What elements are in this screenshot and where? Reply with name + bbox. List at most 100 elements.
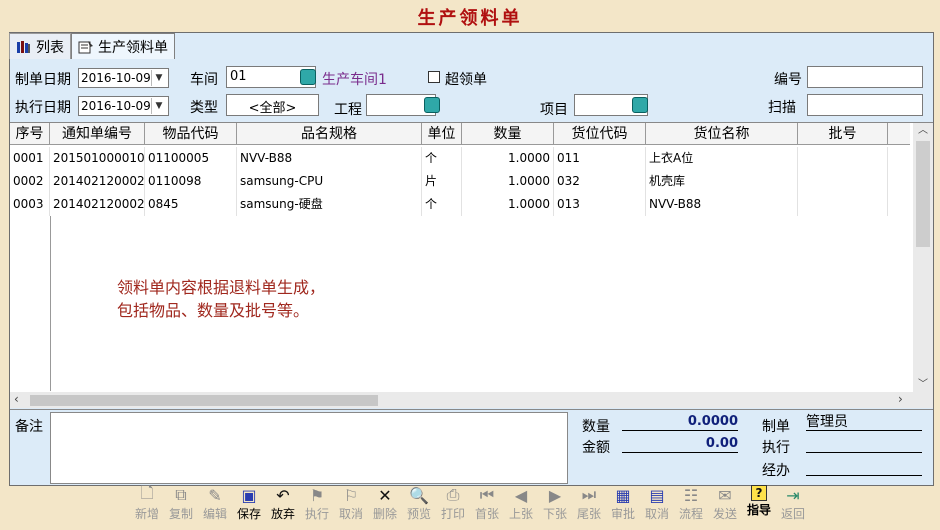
col-header[interactable]: 物品代码 <box>145 123 237 144</box>
cancel-exec-button[interactable]: ⚐ 取消 <box>334 485 368 527</box>
cell-qty: 1.0000 <box>462 147 554 170</box>
col-header[interactable]: 序号 <box>10 123 50 144</box>
preview-button[interactable]: 🔍 预览 <box>402 485 436 527</box>
table-row[interactable]: 0001 201501000010 01100005 NVV-B88 个 1.0… <box>10 147 910 170</box>
toolbar-label: 首张 <box>474 507 499 521</box>
col-header[interactable]: 批号 <box>798 123 888 144</box>
qty-label: 数量 <box>582 419 610 435</box>
database-lookup-icon[interactable] <box>424 97 440 113</box>
cell-item-code: 0845 <box>145 193 237 216</box>
toolbar-label: 指导 <box>746 503 771 517</box>
toolbar-label: 执行 <box>304 507 329 521</box>
horizontal-scrollbar[interactable]: ‹ › <box>10 392 933 408</box>
scroll-down-icon[interactable]: ﹀ <box>913 377 933 393</box>
table-row[interactable]: 0002 201402120002 0110098 samsung-CPU 片 … <box>10 170 910 193</box>
tab-material-requisition[interactable]: 生产领料单 <box>71 33 175 60</box>
cancel-approve-button[interactable]: ▤ 取消 <box>640 485 674 527</box>
execute-button[interactable]: ⚑ 执行 <box>300 485 334 527</box>
new-button[interactable]: 🗋 新增 <box>130 483 164 527</box>
toolbar-label: 尾张 <box>576 507 601 521</box>
print-button[interactable]: ⎙ 打印 <box>436 485 470 527</box>
col-header[interactable]: 货位名称 <box>646 123 798 144</box>
database-lookup-icon[interactable] <box>300 69 316 85</box>
cell-spec: samsung-硬盘 <box>237 193 422 216</box>
col-header[interactable]: 品名规格 <box>237 123 422 144</box>
exec-date-picker[interactable]: 2016-10-09 ▼ <box>78 96 169 116</box>
cancel-approve-icon: ▤ <box>649 485 665 505</box>
chevron-down-icon[interactable]: ▼ <box>151 70 166 86</box>
help-button[interactable]: ? 指导 <box>742 485 776 527</box>
cancel-exec-icon: ⚐ <box>343 485 359 505</box>
cell-loc-name: NVV-B88 <box>646 193 798 216</box>
edit-button[interactable]: ✎ 编辑 <box>198 485 232 527</box>
tab-bar: 列表 生产领料单 <box>9 33 175 60</box>
cell-batch <box>798 193 888 216</box>
return-button[interactable]: ⇥ 返回 <box>776 485 810 527</box>
item-label: 项目 <box>540 102 568 118</box>
prev-button[interactable]: ◀ 上张 <box>504 485 538 527</box>
books-icon <box>16 40 32 54</box>
annotation-line: 包括物品、数量及批号等。 <box>117 301 310 320</box>
remark-textarea[interactable] <box>50 412 568 484</box>
scroll-right-icon[interactable]: › <box>898 392 903 406</box>
toolbar-label: 取消 <box>338 507 363 521</box>
print-icon: ⎙ <box>446 485 460 504</box>
cell-batch <box>798 147 888 170</box>
col-header[interactable]: 单位 <box>422 123 462 144</box>
send-icon: ✉ <box>718 485 732 505</box>
database-lookup-icon[interactable] <box>632 97 648 113</box>
approve-button[interactable]: ▦ 审批 <box>606 485 640 527</box>
number-input[interactable] <box>807 66 923 88</box>
save-button[interactable]: ▣ 保存 <box>232 485 266 527</box>
type-input[interactable]: <全部> <box>226 94 319 116</box>
form-icon <box>78 40 94 54</box>
cell-seq: 0002 <box>10 170 50 193</box>
cell-unit: 个 <box>422 193 462 216</box>
workshop-label: 车间 <box>190 72 218 88</box>
tab-list[interactable]: 列表 <box>9 33 71 59</box>
toolbar-label: 编辑 <box>202 507 227 521</box>
col-header[interactable]: 数量 <box>462 123 554 144</box>
execute-icon: ⚑ <box>309 485 325 505</box>
help-icon: ? <box>751 485 767 501</box>
over-requisition-checkbox[interactable] <box>428 71 440 83</box>
vertical-scroll-thumb[interactable] <box>916 141 930 247</box>
detail-grid[interactable]: 序号 通知单编号 物品代码 品名规格 单位 数量 货位代码 货位名称 批号 00… <box>10 122 933 408</box>
cell-spec: NVV-B88 <box>237 147 422 170</box>
vertical-scrollbar[interactable]: ︿ ﹀ <box>913 123 933 393</box>
type-label: 类型 <box>190 100 218 116</box>
cell-unit: 个 <box>422 147 462 170</box>
chevron-down-icon[interactable]: ▼ <box>151 98 166 114</box>
last-button[interactable]: ⏭ 尾张 <box>572 485 606 527</box>
cell-qty: 1.0000 <box>462 170 554 193</box>
col-header[interactable]: 货位代码 <box>554 123 646 144</box>
send-button[interactable]: ✉ 发送 <box>708 485 742 527</box>
horizontal-scroll-thumb[interactable] <box>30 395 378 406</box>
cell-qty: 1.0000 <box>462 193 554 216</box>
discard-button[interactable]: ↶ 放弃 <box>266 485 300 527</box>
preview-icon: 🔍 <box>409 485 429 505</box>
maker-value: 管理员 <box>806 414 922 431</box>
remark-label: 备注 <box>15 419 43 435</box>
exec-date-value: 2016-10-09 <box>81 99 151 113</box>
toolbar-label: 流程 <box>678 507 703 521</box>
next-button[interactable]: ▶ 下张 <box>538 485 572 527</box>
toolbar-label: 保存 <box>236 507 261 521</box>
toolbar-label: 上张 <box>508 507 533 521</box>
col-header[interactable]: 通知单编号 <box>50 123 145 144</box>
toolbar-label: 打印 <box>440 507 465 521</box>
first-button[interactable]: ⏮ 首张 <box>470 485 504 527</box>
cell-loc-name: 机壳库 <box>646 170 798 193</box>
scroll-left-icon[interactable]: ‹ <box>14 392 19 406</box>
copy-button[interactable]: ⧉ 复制 <box>164 485 198 527</box>
delete-button[interactable]: ✕ 删除 <box>368 485 402 527</box>
edit-icon: ✎ <box>208 485 222 505</box>
flow-button[interactable]: ☷ 流程 <box>674 485 708 527</box>
workshop-name: 生产车间1 <box>322 72 387 88</box>
scroll-up-icon[interactable]: ︿ <box>913 123 933 139</box>
window-title: 生产领料单 <box>417 8 523 29</box>
table-row[interactable]: 0003 201402120002 0845 samsung-硬盘 个 1.00… <box>10 193 910 216</box>
make-date-picker[interactable]: 2016-10-09 ▼ <box>78 68 169 88</box>
scan-input[interactable] <box>807 94 923 116</box>
annotation-line: 领料单内容根据退料单生成， <box>117 278 326 297</box>
